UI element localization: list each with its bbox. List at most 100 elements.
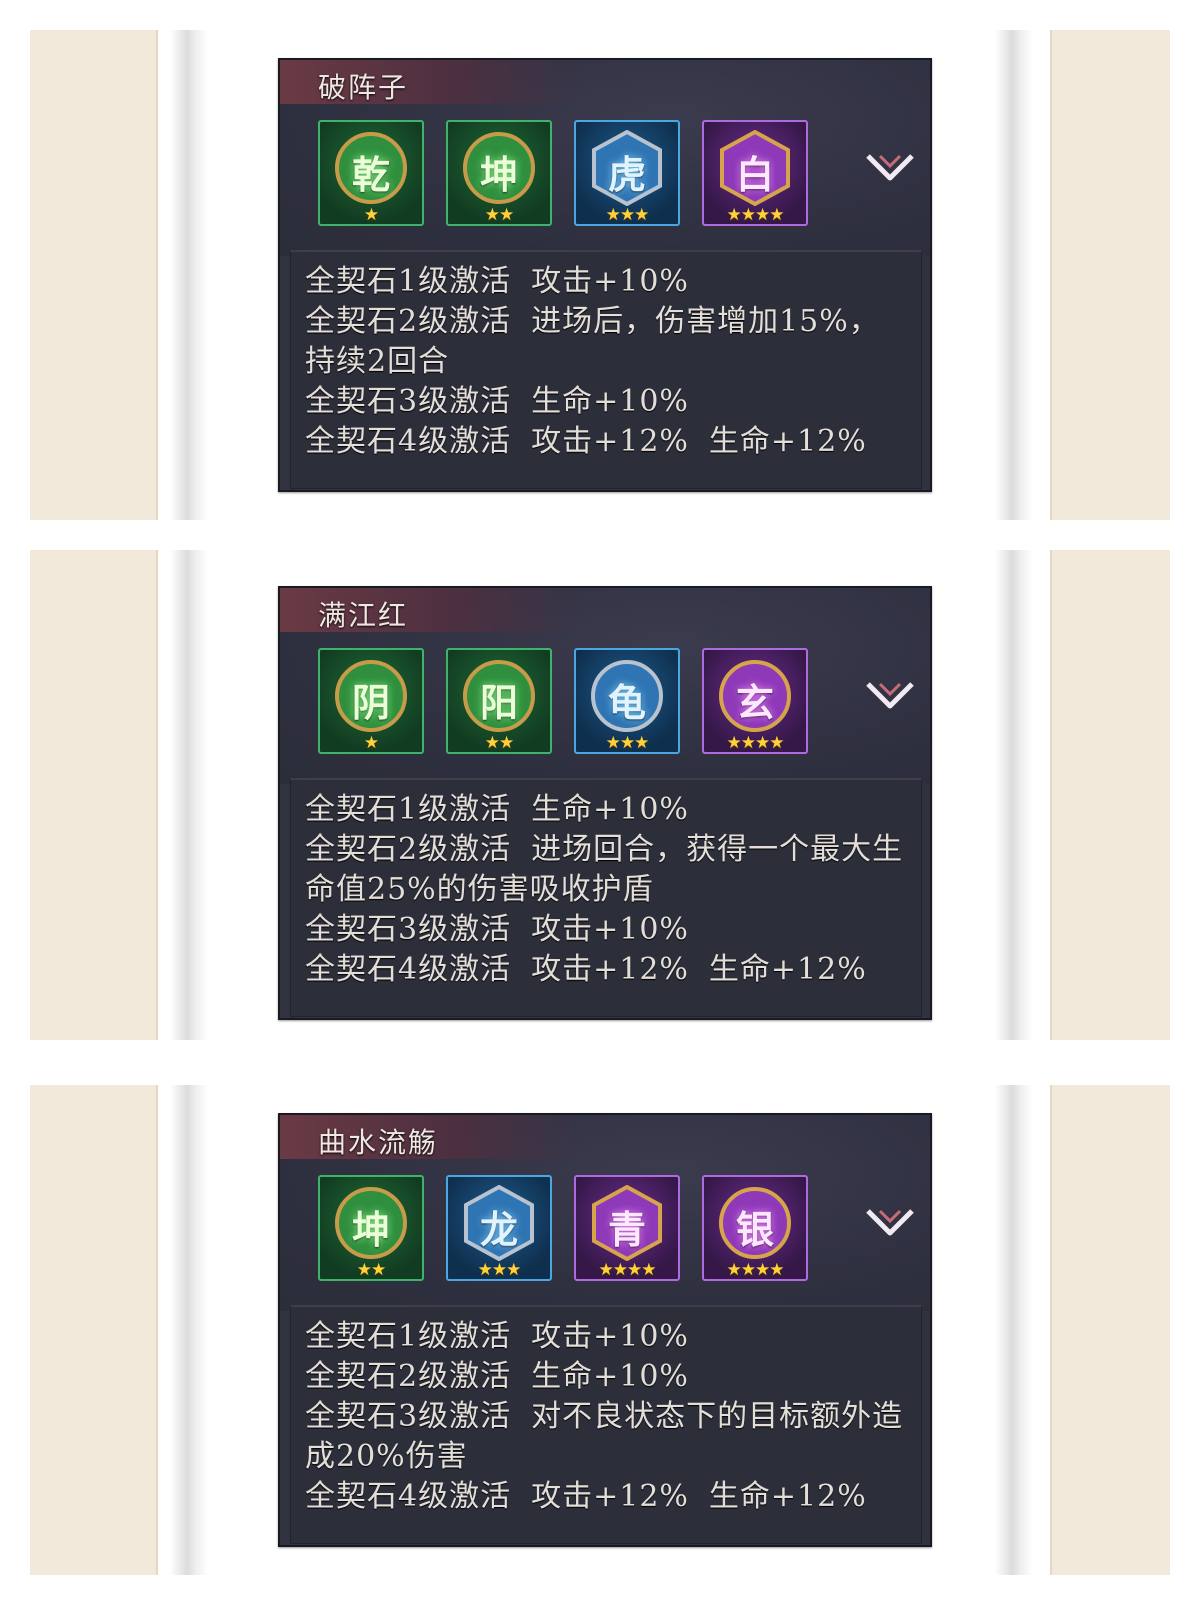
contract-stone-1[interactable]: 阴 ★	[318, 648, 424, 754]
contract-stone-1[interactable]: 乾 ★	[318, 120, 424, 226]
effect-line-1: 全契石1级激活 生命+10%	[305, 790, 909, 830]
effect-line-3: 全契石3级激活 对不良状态下的目标额外造成20%伤害	[305, 1397, 909, 1477]
star-rating: ★★★★	[726, 205, 785, 225]
star-rating: ★★★	[477, 1260, 522, 1280]
stone-glyph: 龟	[607, 680, 646, 725]
star-rating: ★★	[356, 1260, 386, 1280]
right-margin	[1050, 1085, 1170, 1575]
right-divider	[995, 1085, 1033, 1575]
right-divider	[995, 30, 1033, 520]
left-margin	[30, 30, 158, 520]
chevron-down-icon[interactable]	[864, 1203, 916, 1243]
left-divider	[170, 30, 208, 520]
set-title-bar: 破阵子	[280, 60, 580, 104]
contract-stone-2[interactable]: 坤 ★★	[446, 120, 552, 226]
chevron-down-icon[interactable]	[864, 676, 916, 716]
stone-gem: 乾	[333, 130, 409, 206]
set-title: 曲水流觞	[318, 1126, 439, 1159]
stone-gem: 龙	[461, 1185, 537, 1261]
effects-box: 全契石1级激活 生命+10% 全契石2级激活 进场回合，获得一个最大生命值25%的伤…	[290, 778, 922, 1017]
stone-glyph: 龙	[479, 1207, 518, 1252]
stone-gem: 龟	[589, 658, 665, 734]
effect-line-3: 全契石3级激活 攻击+10%	[305, 910, 909, 950]
effect-text: 攻击+12%	[531, 952, 689, 987]
contract-stone-4[interactable]: 玄 ★★★★	[702, 648, 808, 754]
star-rating: ★★★	[605, 733, 650, 753]
effect-line-1: 全契石1级激活 攻击+10%	[305, 262, 909, 302]
left-divider	[170, 550, 208, 1040]
stone-gem: 虎	[589, 130, 665, 206]
set-panel-1: 破阵子 乾 ★ 坤 ★★ 虎 ★★★ 白 ★★★★ 全契石1级激活 攻击+10% 全契石2…	[278, 58, 932, 492]
effect-text: 攻击+12%	[531, 1479, 689, 1514]
set-panel-3: 曲水流觞 坤 ★★ 龙 ★★★ 青 ★★★★ 银 ★★★★ 全契石1级激活 攻击+10% …	[278, 1113, 932, 1547]
star-rating: ★★	[484, 733, 514, 753]
stone-glyph: 白	[735, 152, 774, 197]
effect-line-2: 全契石2级激活 进场回合，获得一个最大生命值25%的伤害吸收护盾	[305, 830, 909, 910]
stone-gem: 玄	[717, 658, 793, 734]
star-rating: ★★★★	[726, 1260, 785, 1280]
stone-glyph: 阴	[351, 680, 390, 725]
stone-gem: 银	[717, 1185, 793, 1261]
effect-level: 全契石3级激活	[305, 912, 512, 947]
stone-gem: 坤	[461, 130, 537, 206]
effect-level: 全契石4级激活	[305, 424, 512, 459]
set-title: 满江红	[318, 599, 409, 632]
effect-text-2: 生命+12%	[708, 424, 867, 459]
chevron-down-icon[interactable]	[864, 148, 916, 188]
stone-glyph: 虎	[607, 152, 646, 197]
stone-gem: 白	[717, 130, 793, 206]
star-rating: ★	[363, 205, 379, 225]
effect-text: 攻击+12%	[531, 424, 689, 459]
star-rating: ★★	[484, 205, 514, 225]
effect-level: 全契石3级激活	[305, 1399, 512, 1434]
effect-level: 全契石4级激活	[305, 952, 512, 987]
set-title-bar: 满江红	[280, 588, 580, 632]
effect-line-4: 全契石4级激活 攻击+12% 生命+12%	[305, 950, 909, 990]
contract-stone-2[interactable]: 龙 ★★★	[446, 1175, 552, 1281]
effect-text: 攻击+10%	[531, 264, 689, 299]
left-divider	[170, 1085, 208, 1575]
stone-gem: 坤	[333, 1185, 409, 1261]
right-margin	[1050, 550, 1170, 1040]
effect-level: 全契石2级激活	[305, 1359, 512, 1394]
set-title-bar: 曲水流觞	[280, 1115, 580, 1159]
star-rating: ★★★★	[598, 1260, 657, 1280]
effect-text: 生命+10%	[531, 792, 689, 827]
star-rating: ★	[363, 733, 379, 753]
effect-level: 全契石3级激活	[305, 384, 512, 419]
right-margin	[1050, 30, 1170, 520]
stone-gem: 阴	[333, 658, 409, 734]
contract-stone-4[interactable]: 银 ★★★★	[702, 1175, 808, 1281]
effect-text: 生命+10%	[531, 1359, 689, 1394]
stone-gem: 青	[589, 1185, 665, 1261]
effect-level: 全契石1级激活	[305, 1319, 512, 1354]
left-margin	[30, 1085, 158, 1575]
contract-stone-3[interactable]: 虎 ★★★	[574, 120, 680, 226]
effect-line-2: 全契石2级激活 生命+10%	[305, 1357, 909, 1397]
contract-stone-3[interactable]: 龟 ★★★	[574, 648, 680, 754]
effects-box: 全契石1级激活 攻击+10% 全契石2级激活 进场后，伤害增加15%，持续2回合 全…	[290, 250, 922, 489]
stone-glyph: 坤	[351, 1207, 390, 1252]
stone-glyph: 银	[735, 1207, 774, 1252]
stone-glyph: 青	[607, 1207, 646, 1252]
star-rating: ★★★	[605, 205, 650, 225]
effect-text: 攻击+10%	[531, 1319, 689, 1354]
effect-line-2: 全契石2级激活 进场后，伤害增加15%，持续2回合	[305, 302, 909, 382]
right-divider	[995, 550, 1033, 1040]
effect-line-3: 全契石3级激活 生命+10%	[305, 382, 909, 422]
effect-level: 全契石1级激活	[305, 792, 512, 827]
effect-text-2: 生命+12%	[708, 1479, 867, 1514]
effect-text: 攻击+10%	[531, 912, 689, 947]
effect-level: 全契石2级激活	[305, 832, 512, 867]
stone-glyph: 阳	[479, 680, 518, 725]
effect-text: 生命+10%	[531, 384, 689, 419]
set-title: 破阵子	[318, 71, 409, 104]
effect-line-4: 全契石4级激活 攻击+12% 生命+12%	[305, 422, 909, 462]
contract-stone-2[interactable]: 阳 ★★	[446, 648, 552, 754]
effects-box: 全契石1级激活 攻击+10% 全契石2级激活 生命+10% 全契石3级激活 对不良状态…	[290, 1305, 922, 1544]
contract-stone-1[interactable]: 坤 ★★	[318, 1175, 424, 1281]
contract-stone-3[interactable]: 青 ★★★★	[574, 1175, 680, 1281]
effect-line-1: 全契石1级激活 攻击+10%	[305, 1317, 909, 1357]
contract-stone-4[interactable]: 白 ★★★★	[702, 120, 808, 226]
stone-gem: 阳	[461, 658, 537, 734]
